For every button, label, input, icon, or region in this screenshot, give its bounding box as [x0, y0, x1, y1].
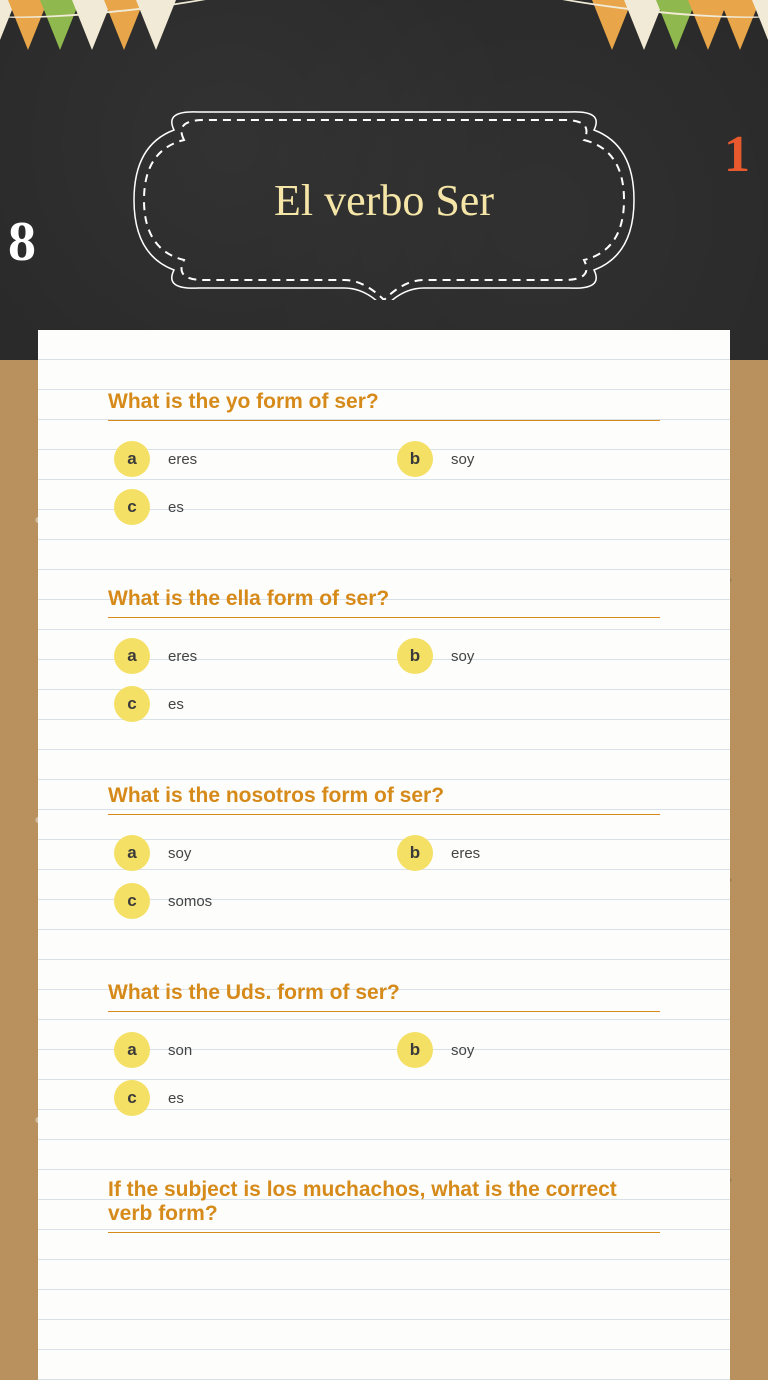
option-letter-badge: a [114, 638, 150, 674]
option-text: eres [168, 451, 197, 468]
question-1: What is the yo form of ser? a eres b soy… [108, 390, 660, 525]
question-prompt: What is the yo form of ser? [108, 390, 660, 421]
option-letter-badge: a [114, 1032, 150, 1068]
option-c[interactable]: c es [114, 1080, 377, 1116]
chalkboard-header: 8 1 El verbo Ser [0, 0, 768, 360]
option-c[interactable]: c somos [114, 883, 377, 919]
question-prompt: What is the ella form of ser? [108, 587, 660, 618]
option-text: soy [451, 1042, 474, 1059]
question-prompt: What is the nosotros form of ser? [108, 784, 660, 815]
page-title: El verbo Ser [124, 100, 644, 300]
option-c[interactable]: c es [114, 489, 377, 525]
option-text: soy [451, 648, 474, 665]
question-prompt: If the subject is los muchachos, what is… [108, 1178, 660, 1233]
option-a[interactable]: a son [114, 1032, 377, 1068]
option-text: es [168, 499, 184, 516]
question-prompt: What is the Uds. form of ser? [108, 981, 660, 1012]
option-b[interactable]: b eres [397, 835, 660, 871]
option-b[interactable]: b soy [397, 441, 660, 477]
option-b[interactable]: b soy [397, 1032, 660, 1068]
option-text: eres [451, 845, 480, 862]
option-text: somos [168, 893, 212, 910]
option-text: son [168, 1042, 192, 1059]
worksheet-paper: What is the yo form of ser? a eres b soy… [38, 330, 730, 1380]
title-frame: El verbo Ser [124, 100, 644, 300]
option-letter-badge: a [114, 441, 150, 477]
bunting-left [0, 0, 172, 55]
option-a[interactable]: a soy [114, 835, 377, 871]
doodle-number-1: 1 [724, 125, 750, 184]
doodle-number-8: 8 [8, 210, 36, 274]
option-text: soy [451, 451, 474, 468]
option-letter-badge: c [114, 1080, 150, 1116]
option-text: soy [168, 845, 191, 862]
option-text: eres [168, 648, 197, 665]
option-a[interactable]: a eres [114, 441, 377, 477]
option-c[interactable]: c es [114, 686, 377, 722]
question-3: What is the nosotros form of ser? a soy … [108, 784, 660, 919]
option-letter-badge: a [114, 835, 150, 871]
option-b[interactable]: b soy [397, 638, 660, 674]
option-letter-badge: c [114, 489, 150, 525]
option-letter-badge: b [397, 1032, 433, 1068]
question-2: What is the ella form of ser? a eres b s… [108, 587, 660, 722]
question-4: What is the Uds. form of ser? a son b so… [108, 981, 660, 1116]
question-5: If the subject is los muchachos, what is… [108, 1178, 660, 1233]
option-letter-badge: c [114, 883, 150, 919]
option-letter-badge: b [397, 835, 433, 871]
option-letter-badge: c [114, 686, 150, 722]
option-letter-badge: b [397, 638, 433, 674]
bunting-right [596, 0, 768, 55]
option-text: es [168, 696, 184, 713]
option-letter-badge: b [397, 441, 433, 477]
option-text: es [168, 1090, 184, 1107]
option-a[interactable]: a eres [114, 638, 377, 674]
